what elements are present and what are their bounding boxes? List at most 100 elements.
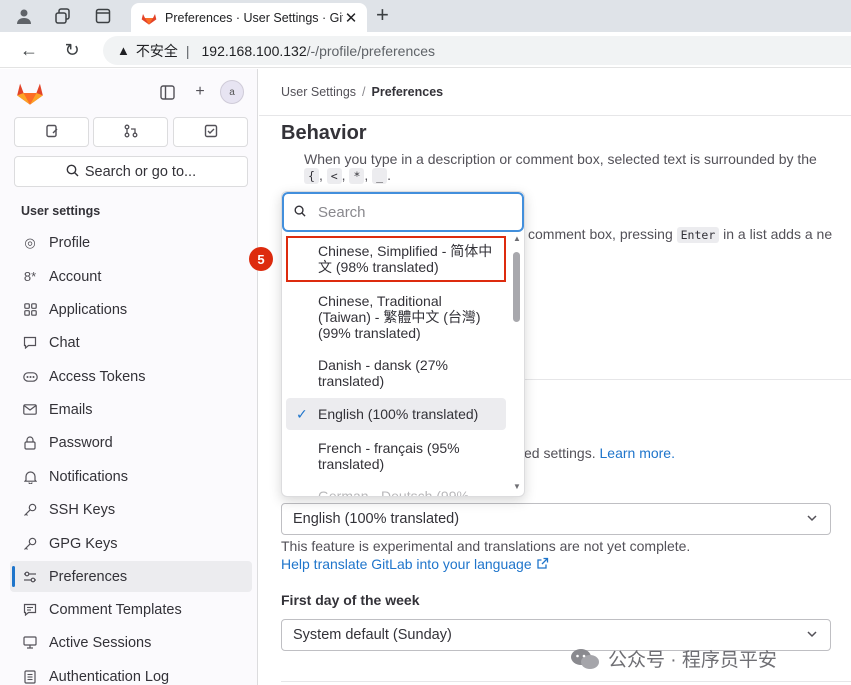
- section-divider: [281, 681, 851, 682]
- issues-button[interactable]: [14, 117, 89, 147]
- help-text: comment box, pressing: [528, 226, 673, 242]
- sidebar-item-label: Profile: [49, 234, 91, 251]
- tab-groups-icon[interactable]: [53, 6, 73, 26]
- avatar[interactable]: a: [220, 80, 244, 104]
- sidebar-item-comment-templates[interactable]: Comment Templates: [10, 594, 252, 625]
- chevron-down-icon: [806, 512, 818, 527]
- surround-keys: {, <, *, _.: [304, 167, 391, 184]
- language-option-french[interactable]: French - français (95% translated): [286, 437, 506, 475]
- warning-icon: ▲: [117, 43, 130, 58]
- dropdown-search-input[interactable]: [318, 203, 498, 221]
- browser-tab[interactable]: Preferences · User Settings · GitLab ✕: [131, 3, 367, 32]
- tab-title: Preferences · User Settings · GitLab: [165, 10, 343, 25]
- breadcrumb-current: Preferences: [371, 85, 444, 99]
- behavior-heading: Behavior: [281, 122, 367, 144]
- sidebar-item-label: Account: [49, 268, 102, 285]
- help-translate-link[interactable]: Help translate GitLab into your language: [281, 556, 549, 572]
- comment-icon: [21, 601, 39, 619]
- back-arrow-icon[interactable]: ←: [18, 39, 40, 61]
- breadcrumb-user-settings[interactable]: User Settings: [281, 85, 356, 99]
- search-icon: [294, 205, 306, 220]
- sidebar: + a Search or go to... User settings ◎ Pr…: [0, 69, 258, 685]
- sidebar-item-password[interactable]: Password: [10, 427, 252, 458]
- sidebar-item-label: GPG Keys: [49, 535, 118, 552]
- account-icon: 8*: [23, 269, 37, 284]
- option-label: Chinese, Traditional (Taiwan) - 繁體中文 (台灣…: [318, 293, 481, 341]
- gitlab-logo-icon[interactable]: [16, 80, 44, 106]
- url-path: /-/profile/preferences: [306, 42, 436, 59]
- dropdown-scrollbar[interactable]: ▲ ▼: [509, 232, 524, 496]
- search-button[interactable]: Search or go to...: [14, 156, 248, 187]
- enter-key-code: Enter: [676, 227, 720, 243]
- dropdown-search-box[interactable]: [282, 192, 524, 232]
- option-label: English (100% translated): [318, 406, 479, 422]
- sidebar-item-label: Emails: [49, 401, 93, 418]
- todo-button[interactable]: [173, 117, 248, 147]
- create-new-icon[interactable]: +: [190, 82, 210, 102]
- insecure-label: 不安全: [135, 42, 178, 59]
- sidebar-section-title: User settings: [21, 204, 101, 218]
- preferences-icon: [21, 568, 39, 586]
- user-icon: ◎: [24, 234, 36, 250]
- wechat-icon: [571, 648, 599, 669]
- browser-tab-strip: Preferences · User Settings · GitLab ✕ +: [0, 0, 851, 32]
- issues-icon: [45, 124, 59, 141]
- help-translate-label[interactable]: Help translate GitLab into your language: [281, 556, 532, 572]
- close-tab-icon[interactable]: ✕: [343, 10, 359, 27]
- monitor-icon: [21, 634, 39, 652]
- gitlab-favicon-icon: [141, 13, 157, 25]
- merge-requests-button[interactable]: [93, 117, 168, 147]
- step-badge: 5: [249, 247, 273, 271]
- reload-icon[interactable]: ↻: [61, 39, 83, 61]
- tab-strip-icon[interactable]: [93, 6, 113, 26]
- sidebar-item-profile[interactable]: ◎ Profile: [10, 227, 252, 258]
- sidebar-item-applications[interactable]: Applications: [10, 294, 252, 325]
- sidebar-item-label: Comment Templates: [49, 601, 182, 618]
- url-separator: |: [185, 42, 190, 59]
- sidebar-item-preferences[interactable]: Preferences: [10, 561, 252, 592]
- sidebar-item-access-tokens[interactable]: Access Tokens: [10, 361, 252, 392]
- sidebar-toggle-icon[interactable]: [157, 82, 177, 102]
- language-option-german[interactable]: German - Deutsch (99%: [286, 486, 506, 496]
- address-bar[interactable]: ▲ 不安全 | 192.168.100.132/-/profile/prefer…: [103, 36, 851, 65]
- watermark: 公众号 · 程序员平安: [570, 645, 777, 672]
- bell-icon: [21, 468, 39, 486]
- language-select[interactable]: English (100% translated): [281, 503, 831, 535]
- url-host: 192.168.100.132: [201, 42, 307, 59]
- search-icon: [66, 164, 79, 180]
- lock-icon: [21, 434, 39, 452]
- key-code: _: [372, 168, 388, 184]
- language-option-chinese-simplified[interactable]: Chinese, Simplified - 简体中文 (98% translat…: [286, 236, 506, 282]
- scroll-down-icon[interactable]: ▼: [513, 482, 521, 491]
- sidebar-item-label: SSH Keys: [49, 501, 116, 518]
- sidebar-item-label: Active Sessions: [49, 634, 152, 651]
- learn-more-link[interactable]: Learn more.: [600, 445, 675, 461]
- key-code: <: [326, 168, 342, 184]
- language-option-danish[interactable]: Danish - dansk (27% translated): [286, 354, 506, 392]
- sidebar-item-notifications[interactable]: Notifications: [10, 461, 252, 492]
- merge-request-icon: [124, 124, 138, 141]
- search-label: Search or go to...: [84, 163, 197, 180]
- surround-selection-help: When you type in a description or commen…: [304, 151, 817, 167]
- sidebar-item-gpg-keys[interactable]: GPG Keys: [10, 528, 252, 559]
- key-icon: [21, 535, 39, 553]
- language-option-chinese-traditional[interactable]: Chinese, Traditional (Taiwan) - 繁體中文 (台灣…: [286, 289, 506, 345]
- checkmark-icon: ✓: [296, 406, 308, 422]
- sidebar-item-chat[interactable]: Chat: [10, 327, 252, 358]
- scrollbar-thumb[interactable]: [513, 252, 520, 322]
- help-text: ed settings.: [524, 445, 596, 461]
- sidebar-item-authentication-log[interactable]: Authentication Log: [10, 661, 252, 685]
- sidebar-item-label: Applications: [49, 301, 128, 318]
- profile-icon[interactable]: [14, 6, 34, 26]
- key-icon: [21, 501, 39, 519]
- browser-toolbar: ← ↻ ▲ 不安全 | 192.168.100.132/-/profile/pr…: [0, 32, 851, 68]
- sidebar-item-emails[interactable]: Emails: [10, 394, 252, 425]
- language-option-english[interactable]: ✓ English (100% translated): [286, 398, 506, 430]
- sidebar-item-account[interactable]: 8* Account: [10, 261, 252, 292]
- sidebar-item-active-sessions[interactable]: Active Sessions: [10, 627, 252, 658]
- sidebar-item-label: Password: [49, 434, 113, 451]
- new-tab-icon[interactable]: +: [376, 4, 389, 26]
- scroll-up-icon[interactable]: ▲: [513, 234, 521, 243]
- sidebar-item-label: Authentication Log: [49, 668, 170, 685]
- sidebar-item-ssh-keys[interactable]: SSH Keys: [10, 494, 252, 525]
